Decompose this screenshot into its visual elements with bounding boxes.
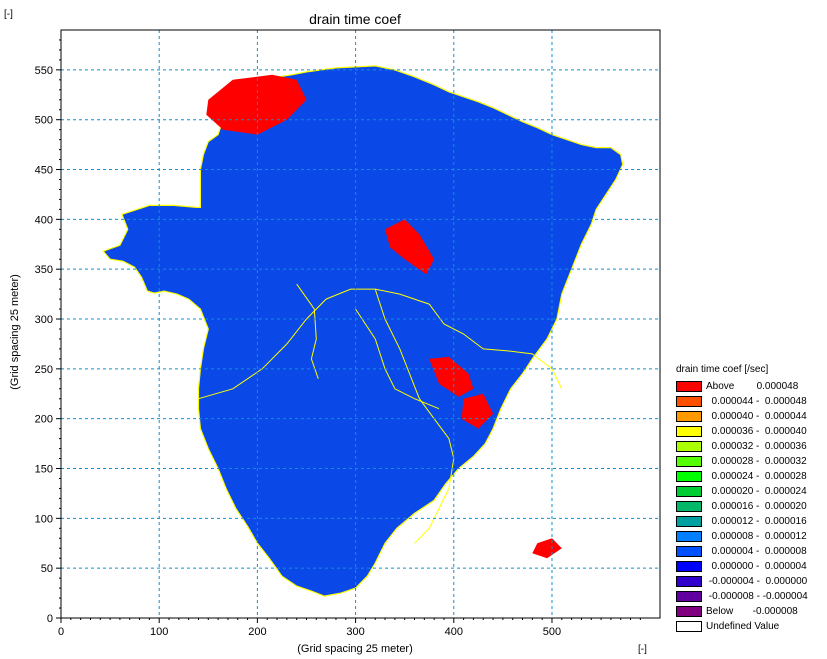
- chart-title: drain time coef: [309, 11, 401, 27]
- x-tick-label: 200: [248, 626, 266, 638]
- legend-label: Undefined Value: [706, 621, 780, 632]
- legend-swatch: [676, 381, 702, 392]
- legend-entry: -0.000004 - 0.000000: [676, 574, 826, 589]
- legend-label: -0.000008 - -0.000004: [706, 591, 808, 602]
- x-tick-label: 100: [150, 626, 168, 638]
- legend-swatch: [676, 456, 702, 467]
- legend-entry: Above 0.000048: [676, 379, 826, 394]
- legend-label: 0.000004 - 0.000008: [706, 546, 807, 557]
- legend-entry: 0.000040 - 0.000044: [676, 409, 826, 424]
- y-tick-label: 150: [35, 464, 53, 476]
- legend-label: 0.000008 - 0.000012: [706, 531, 807, 542]
- y-unit-label: [-]: [4, 9, 13, 20]
- legend-entry: 0.000012 - 0.000016: [676, 514, 826, 529]
- legend-swatch: [676, 591, 702, 602]
- legend-label: -0.000004 - 0.000000: [706, 576, 808, 587]
- x-tick-label: 500: [543, 626, 561, 638]
- legend-label: 0.000028 - 0.000032: [706, 456, 807, 467]
- legend-entry: Below -0.000008: [676, 604, 826, 619]
- y-tick-label: 100: [35, 513, 53, 525]
- legend-entry: 0.000028 - 0.000032: [676, 454, 826, 469]
- legend-swatch: [676, 471, 702, 482]
- y-tick-label: 400: [35, 214, 53, 226]
- x-tick-label: 400: [445, 626, 463, 638]
- legend-swatch: [676, 621, 702, 632]
- legend-swatch: [676, 516, 702, 527]
- legend-swatch: [676, 501, 702, 512]
- legend-label: 0.000000 - 0.000004: [706, 561, 807, 572]
- legend-entry: 0.000004 - 0.000008: [676, 544, 826, 559]
- catchment-map: [102, 65, 624, 597]
- legend-label: Below -0.000008: [706, 606, 798, 617]
- legend-label: 0.000016 - 0.000020: [706, 501, 807, 512]
- x-axis-label: (Grid spacing 25 meter): [297, 643, 413, 655]
- legend-entry: 0.000008 - 0.000012: [676, 529, 826, 544]
- legend-swatch: [676, 561, 702, 572]
- catchment-area: [102, 65, 624, 597]
- y-tick-label: 50: [41, 563, 53, 575]
- y-axis-label: (Grid spacing 25 meter): [9, 274, 21, 390]
- legend-label: 0.000012 - 0.000016: [706, 516, 807, 527]
- y-tick-label: 500: [35, 115, 53, 127]
- y-tick-label: 450: [35, 165, 53, 177]
- legend-swatch: [676, 441, 702, 452]
- legend-label: 0.000036 - 0.000040: [706, 426, 807, 437]
- y-tick-label: 200: [35, 414, 53, 426]
- y-tick-label: 0: [47, 613, 53, 625]
- legend-swatch: [676, 426, 702, 437]
- legend-swatch: [676, 606, 702, 617]
- legend-swatch: [676, 531, 702, 542]
- legend: drain time coef [/sec] Above 0.000048 0.…: [676, 364, 826, 634]
- x-unit-label: [-]: [638, 644, 647, 655]
- y-tick-label: 250: [35, 364, 53, 376]
- legend-entry: 0.000016 - 0.000020: [676, 499, 826, 514]
- legend-swatch: [676, 411, 702, 422]
- legend-swatch: [676, 486, 702, 497]
- legend-entry: 0.000020 - 0.000024: [676, 484, 826, 499]
- legend-label: Above 0.000048: [706, 381, 799, 392]
- legend-entry: 0.000024 - 0.000028: [676, 469, 826, 484]
- high-value-zone: [532, 538, 562, 559]
- legend-label: 0.000024 - 0.000028: [706, 471, 807, 482]
- legend-swatch: [676, 576, 702, 587]
- x-tick-label: 0: [58, 626, 64, 638]
- legend-label: 0.000040 - 0.000044: [706, 411, 807, 422]
- legend-entry: Undefined Value: [676, 619, 826, 634]
- legend-label: 0.000044 - 0.000048: [706, 396, 807, 407]
- legend-entry: 0.000036 - 0.000040: [676, 424, 826, 439]
- legend-title: drain time coef [/sec]: [676, 364, 769, 375]
- legend-label: 0.000020 - 0.000024: [706, 486, 807, 497]
- y-tick-label: 350: [35, 264, 53, 276]
- legend-entry: -0.000008 - -0.000004: [676, 589, 826, 604]
- y-tick-label: 300: [35, 314, 53, 326]
- y-tick-label: 550: [35, 65, 53, 77]
- legend-swatch: [676, 396, 702, 407]
- legend-entry: 0.000032 - 0.000036: [676, 439, 826, 454]
- legend-entries: Above 0.000048 0.000044 - 0.000048 0.000…: [676, 379, 826, 634]
- legend-entry: 0.000044 - 0.000048: [676, 394, 826, 409]
- x-tick-label: 300: [346, 626, 364, 638]
- legend-swatch: [676, 546, 702, 557]
- legend-entry: 0.000000 - 0.000004: [676, 559, 826, 574]
- legend-label: 0.000032 - 0.000036: [706, 441, 807, 452]
